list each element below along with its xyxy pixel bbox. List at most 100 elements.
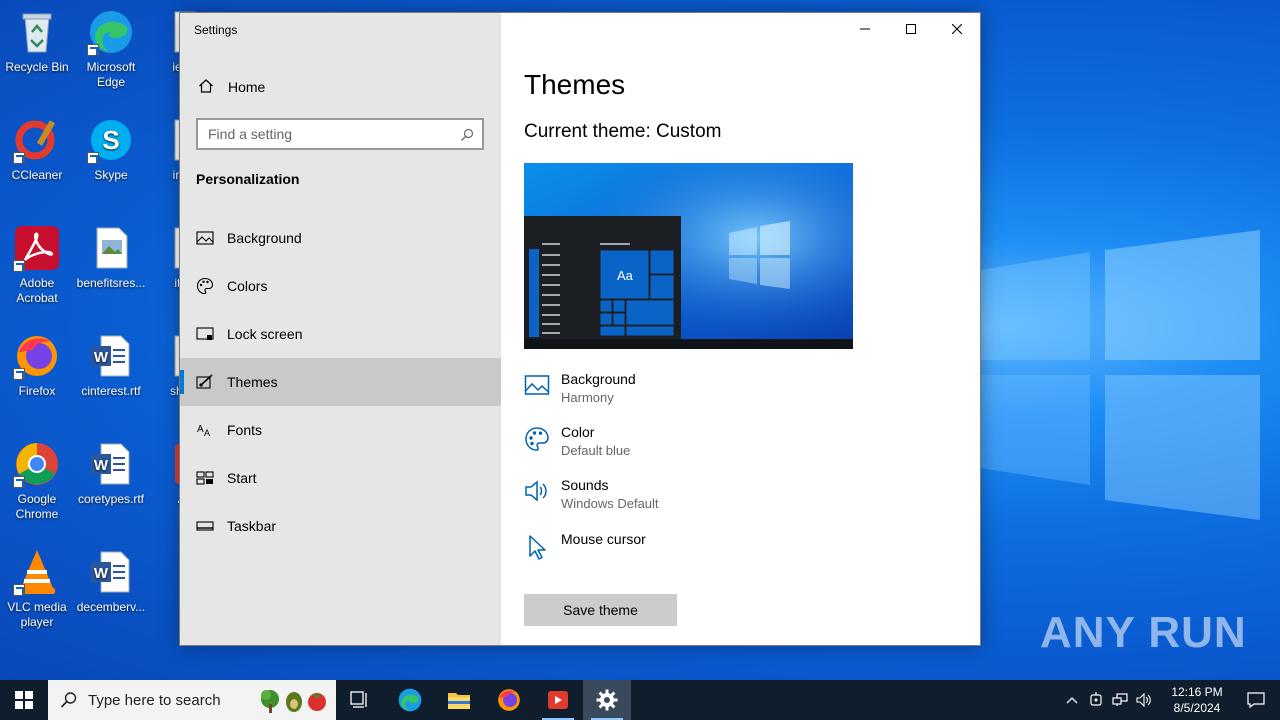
palette-icon bbox=[196, 277, 214, 295]
desktop-icon-microsoft-edge[interactable]: Microsoft Edge bbox=[74, 8, 148, 90]
nav-home[interactable]: Home bbox=[180, 73, 501, 101]
window-caption-buttons bbox=[842, 13, 980, 45]
clock-date: 8/5/2024 bbox=[1173, 701, 1221, 715]
tray-device-button[interactable] bbox=[1084, 680, 1108, 720]
desktop-icon-adobe-acrobat[interactable]: Adobe Acrobat bbox=[0, 224, 74, 306]
start-button[interactable] bbox=[0, 680, 48, 720]
word-document-icon: W bbox=[87, 440, 135, 488]
nav-home-label: Home bbox=[228, 79, 266, 95]
theme-property-background[interactable]: Background Harmony bbox=[524, 371, 824, 415]
theme-property-mouse-cursor[interactable]: Mouse cursor bbox=[524, 531, 824, 575]
desktop-icon-label: Skype bbox=[94, 168, 128, 182]
desktop-icon-google-chrome[interactable]: Google Chrome bbox=[0, 440, 74, 522]
action-center-button[interactable] bbox=[1232, 680, 1280, 720]
show-hidden-icons-button[interactable] bbox=[1060, 680, 1084, 720]
svg-text:A: A bbox=[197, 424, 204, 435]
speaker-icon bbox=[524, 479, 550, 505]
desktop-icon-label: Adobe Acrobat bbox=[16, 276, 58, 305]
taskbar-search-box[interactable]: Type here to search bbox=[48, 680, 336, 720]
taskbar: Type here to search 12:16 PM 8/5/2024 bbox=[0, 680, 1280, 720]
desktop-icon-recycle-bin[interactable]: Recycle Bin bbox=[0, 8, 74, 75]
desktop-icon-label: VLC media player bbox=[7, 600, 67, 629]
wallpaper-preview-image bbox=[524, 163, 853, 349]
taskbar-settings[interactable] bbox=[583, 680, 631, 720]
nav-item-colors[interactable]: Colors bbox=[180, 262, 501, 310]
ccleaner-icon bbox=[13, 116, 61, 164]
nav-item-background[interactable]: Background bbox=[180, 214, 501, 262]
network-button[interactable] bbox=[1108, 680, 1132, 720]
clock-time: 12:16 PM bbox=[1171, 685, 1223, 699]
lock-screen-icon bbox=[196, 325, 214, 343]
nav-item-lock-screen[interactable]: Lock screen bbox=[180, 310, 501, 358]
desktop-icon-label: Firefox bbox=[18, 384, 56, 398]
close-button[interactable] bbox=[934, 13, 980, 45]
maximize-button[interactable] bbox=[888, 13, 934, 45]
property-title: Background bbox=[561, 371, 636, 387]
start-tiles-icon bbox=[196, 469, 214, 487]
picture-icon bbox=[524, 373, 550, 399]
nav-item-label: Themes bbox=[227, 374, 278, 390]
task-view-button[interactable] bbox=[336, 680, 384, 720]
desktop-icon-label: Microsoft Edge bbox=[86, 60, 136, 89]
property-title: Sounds bbox=[561, 477, 609, 493]
search-icon bbox=[460, 128, 474, 145]
desktop-icon-coretypes[interactable]: W coretypes.rtf bbox=[74, 440, 148, 507]
system-tray: 12:16 PM 8/5/2024 bbox=[1060, 680, 1232, 720]
home-icon bbox=[198, 78, 214, 97]
chrome-icon bbox=[13, 440, 61, 488]
taskbar-edge[interactable] bbox=[386, 680, 434, 720]
minimize-icon bbox=[860, 28, 870, 30]
theme-property-sounds[interactable]: Sounds Windows Default bbox=[524, 477, 824, 521]
minimize-button[interactable] bbox=[842, 13, 888, 45]
svg-text:W: W bbox=[94, 565, 109, 582]
window-title: Settings bbox=[194, 23, 238, 37]
nav-item-label: Start bbox=[227, 470, 257, 486]
desktop-icon-vlc[interactable]: VLC media player bbox=[0, 548, 74, 630]
svg-text:W: W bbox=[94, 457, 109, 474]
find-setting-input[interactable] bbox=[208, 126, 448, 142]
find-setting-search[interactable] bbox=[196, 118, 484, 150]
theme-property-color[interactable]: Color Default blue bbox=[524, 424, 824, 468]
nav-item-start[interactable]: Start bbox=[180, 454, 501, 502]
taskbar-icon bbox=[196, 517, 214, 535]
theme-preview: Aa bbox=[524, 163, 853, 349]
nav-item-taskbar[interactable]: Taskbar bbox=[180, 502, 501, 550]
edge-icon bbox=[87, 8, 135, 56]
property-value: Default blue bbox=[561, 443, 631, 458]
desktop-icon-label: Google Chrome bbox=[15, 492, 59, 521]
desktop-icon-firefox[interactable]: Firefox bbox=[0, 332, 74, 399]
cursor-icon bbox=[524, 534, 550, 560]
taskbar-firefox[interactable] bbox=[485, 680, 533, 720]
acrobat-icon bbox=[13, 224, 61, 272]
word-document-icon: W bbox=[87, 548, 135, 596]
preview-tile-text: Aa bbox=[617, 268, 633, 283]
desktop-icon-label: Recycle Bin bbox=[5, 60, 69, 74]
taskbar-clock[interactable]: 12:16 PM 8/5/2024 bbox=[1162, 684, 1232, 716]
save-theme-button[interactable]: Save theme bbox=[524, 594, 677, 626]
brush-icon bbox=[196, 373, 214, 391]
nav-item-fonts[interactable]: AA Fonts bbox=[180, 406, 501, 454]
notification-icon bbox=[1247, 692, 1265, 708]
nav-item-label: Lock screen bbox=[227, 326, 303, 342]
svg-text:A: A bbox=[204, 428, 210, 438]
taskbar-anyrun[interactable] bbox=[534, 680, 582, 720]
firefox-icon bbox=[13, 332, 61, 380]
property-value: Harmony bbox=[561, 390, 614, 405]
desktop-icon-decemberv[interactable]: W decemberv... bbox=[74, 548, 148, 615]
desktop-icon-ccleaner[interactable]: CCleaner bbox=[0, 116, 74, 183]
network-icon bbox=[1112, 693, 1128, 706]
taskbar-file-explorer[interactable] bbox=[435, 680, 483, 720]
desktop-icon-label: benefitsres... bbox=[76, 276, 146, 290]
maximize-icon bbox=[906, 24, 916, 34]
desktop-icon-benefitsres[interactable]: benefitsres... bbox=[74, 224, 148, 291]
current-theme-label: Current theme: Custom bbox=[524, 121, 722, 142]
volume-button[interactable] bbox=[1132, 680, 1156, 720]
property-title: Mouse cursor bbox=[561, 531, 646, 547]
anyrun-app-icon bbox=[548, 691, 568, 709]
page-title: Themes bbox=[524, 69, 626, 100]
nav-item-themes[interactable]: Themes bbox=[180, 358, 501, 406]
recycle-bin-icon bbox=[13, 8, 61, 56]
desktop-icon-skype[interactable]: S Skype bbox=[74, 116, 148, 183]
desktop-icon-cinterest[interactable]: W cinterest.rtf bbox=[74, 332, 148, 399]
settings-window: Settings Home Personalization Background bbox=[179, 12, 981, 646]
